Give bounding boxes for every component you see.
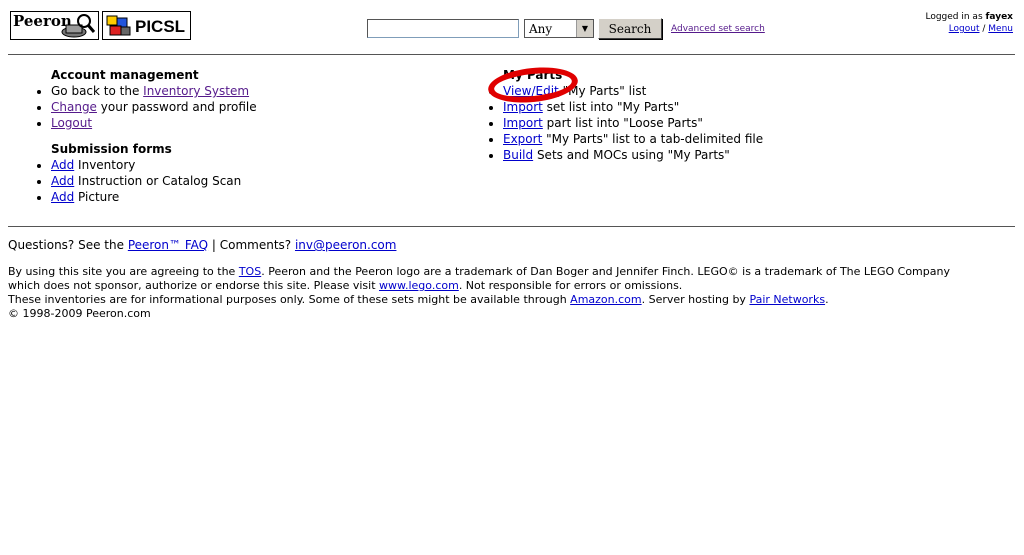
build-link[interactable]: Build [503,148,533,162]
search-input[interactable] [367,19,519,38]
list-item: Add Inventory [51,157,257,173]
list-item: Import set list into "My Parts" [503,99,763,115]
list-item: Import part list into "Loose Parts" [503,115,763,131]
category-select-value: Any [529,21,553,36]
picsl-logo[interactable]: PICSL [102,11,191,40]
email-link[interactable]: inv@peeron.com [295,238,396,252]
amazon-link[interactable]: Amazon.com [570,293,641,306]
list-item: Add Instruction or Catalog Scan [51,173,257,189]
submission-heading: Submission forms [51,142,172,156]
magnifier-brick-icon [61,14,96,38]
peeron-logo[interactable]: Peeron [10,11,99,40]
inventory-system-link[interactable]: Inventory System [143,84,249,98]
bottom-divider [8,226,1015,227]
login-sep: / [979,24,989,34]
submission-list: Add Inventory Add Instruction or Catalog… [33,157,257,205]
picsl-bricks-icon [106,15,131,36]
category-select[interactable]: Any ▼ [524,19,594,38]
search-button[interactable]: Search [598,18,662,39]
list-item: Go back to the Inventory System [51,83,257,99]
picsl-logo-text: PICSL [135,17,186,36]
account-heading: Account management [51,68,199,82]
account-list: Go back to the Inventory System Change y… [33,83,257,131]
add-picture-link[interactable]: Add [51,190,74,204]
logout-link[interactable]: Logout [949,24,980,34]
list-item: Change your password and profile [51,99,257,115]
list-item: Logout [51,115,257,131]
login-info: Logged in as fayex Logout / Menu [925,11,1013,35]
copyright: © 1998-2009 Peeron.com [8,307,151,320]
account-column: Account management Go back to the Invent… [33,67,257,205]
lego-link[interactable]: www.lego.com [379,279,459,292]
menu-link[interactable]: Menu [988,24,1013,34]
list-item: Export "My Parts" list to a tab-delimite… [503,131,763,147]
questions-line: Questions? See the Peeron™ FAQ | Comment… [8,238,397,252]
add-inventory-link[interactable]: Add [51,158,74,172]
logout-list-link[interactable]: Logout [51,116,92,130]
import-part-link[interactable]: Import [503,116,543,130]
login-prefix: Logged in as [925,12,986,22]
login-user: fayex [985,12,1014,22]
legal-text: By using this site you are agreeing to t… [8,265,1008,321]
pair-networks-link[interactable]: Pair Networks [749,293,825,306]
tos-link[interactable]: TOS [239,265,261,278]
add-scan-link[interactable]: Add [51,174,74,188]
export-link[interactable]: Export [503,132,542,146]
list-item: Build Sets and MOCs using "My Parts" [503,147,763,163]
change-password-link[interactable]: Change [51,100,97,114]
list-item: Add Picture [51,189,257,205]
chevron-down-icon[interactable]: ▼ [576,20,593,37]
advanced-search-link[interactable]: Advanced set search [671,24,765,34]
faq-link[interactable]: Peeron™ FAQ [128,238,208,252]
top-divider [8,54,1015,55]
